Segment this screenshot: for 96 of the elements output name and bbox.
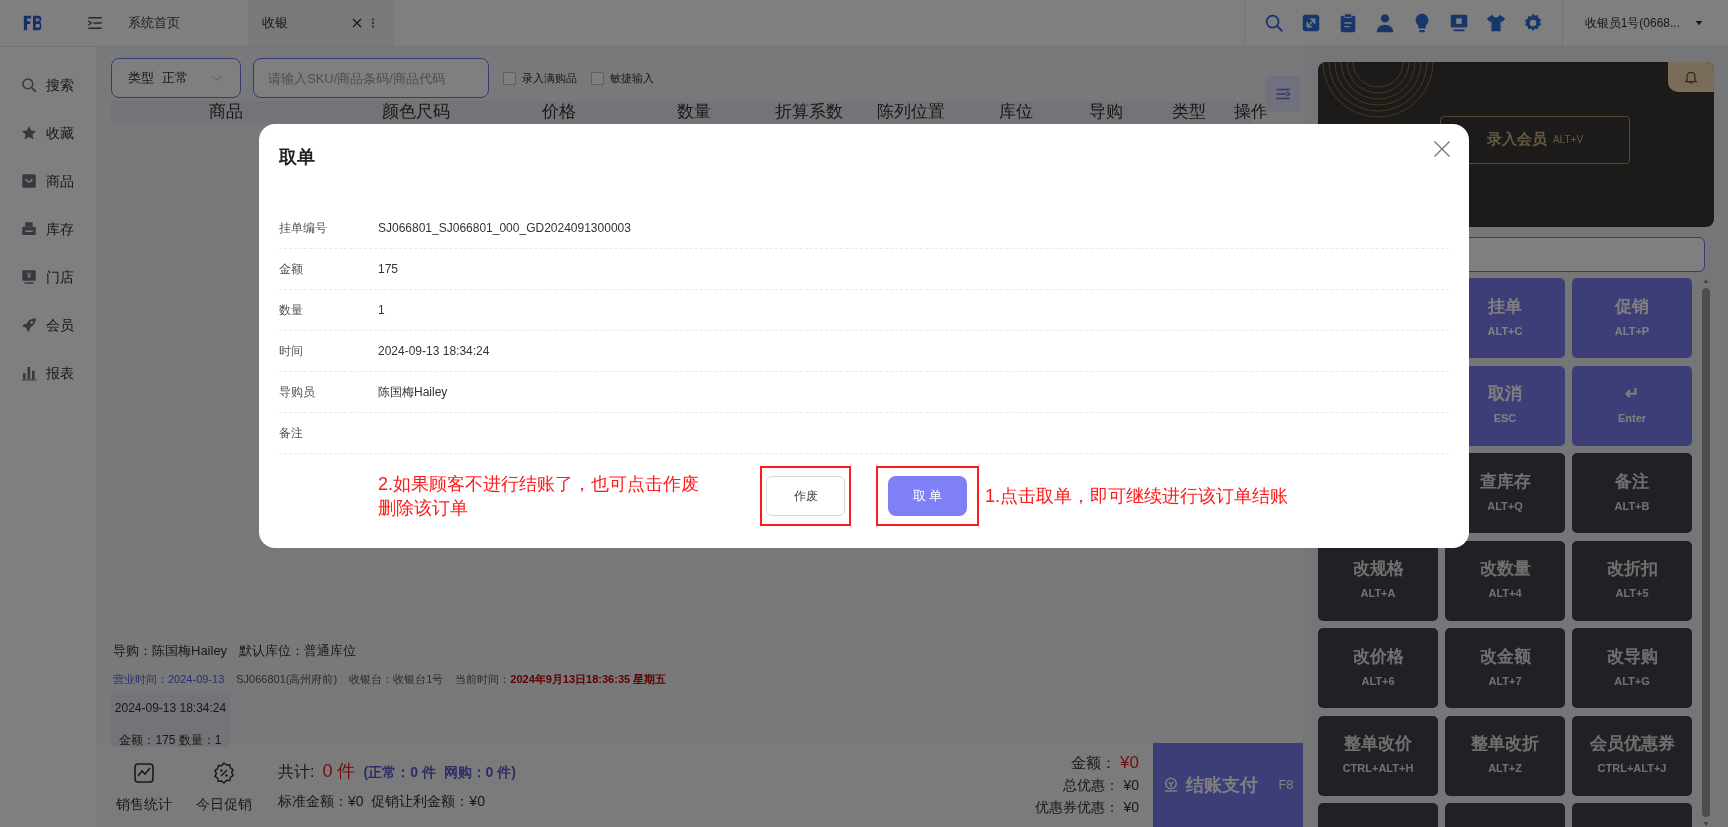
discount-badge-icon xyxy=(212,761,236,785)
info-text: 2024年9月13日18:36:35 星期五 xyxy=(510,671,667,687)
bag-icon xyxy=(20,172,38,190)
dialog-button[interactable]: 作废 xyxy=(766,476,845,516)
close-icon xyxy=(351,17,363,29)
user-name: 收银员1号(0668... xyxy=(1584,15,1680,32)
info-text: 默认库位：普通库位 xyxy=(239,642,357,660)
function-key[interactable]: 改导购 ALT+G xyxy=(1572,628,1692,708)
sidebar-item[interactable]: 会员 xyxy=(0,301,96,349)
function-key[interactable]: 改金额 ALT+7 xyxy=(1445,628,1565,708)
column-header: 商品 xyxy=(208,102,244,122)
total-detail: (正常：0 件 网购：0 件) xyxy=(363,763,516,782)
function-key[interactable]: 整单改折 ALT+Z xyxy=(1445,715,1565,796)
info-text: 导购：陈国梅Hailey xyxy=(113,642,228,660)
yen-screen-icon xyxy=(20,268,38,286)
line-chart-icon xyxy=(132,761,156,785)
list-toggle-button[interactable] xyxy=(1265,76,1301,112)
field-label: 挂单编号 xyxy=(279,220,328,237)
function-key[interactable]: 会员优惠券 CTRL+ALT+J xyxy=(1572,715,1692,796)
info-text: SJ066801(高州府前) xyxy=(236,671,338,687)
function-key[interactable]: ↵ Enter xyxy=(1572,365,1692,446)
function-key[interactable]: 改数量 ALT+4 xyxy=(1445,540,1565,621)
field-value: 175 xyxy=(378,261,399,278)
sidebar-item[interactable]: 搜索 xyxy=(0,61,96,109)
field-value: 陈国梅Hailey xyxy=(378,384,448,401)
search-icon xyxy=(20,76,38,94)
caret-down-icon xyxy=(1694,19,1704,27)
scrollbar[interactable] xyxy=(1702,278,1710,827)
amount-label: 金额： xyxy=(1071,754,1117,772)
order-time: 2024-09-13 18:34:24 xyxy=(114,700,227,717)
type-select[interactable]: 类型 正常 xyxy=(111,58,241,98)
checkbox[interactable] xyxy=(591,71,604,85)
column-header: 颜色尺码 xyxy=(381,102,451,122)
function-key[interactable]: 改价格 ALT+6 xyxy=(1318,628,1438,708)
column-header: 操作 xyxy=(1233,102,1269,122)
amount-value: ¥0 xyxy=(1123,776,1139,794)
total-label: 共计: xyxy=(278,762,315,782)
field-label: 金额 xyxy=(279,261,304,278)
sidebar-item[interactable]: 门店 xyxy=(0,253,96,301)
bell-icon xyxy=(1683,69,1699,85)
notification-button[interactable] xyxy=(1668,62,1714,92)
column-header: 陈列位置 xyxy=(876,102,946,122)
amount-value: ¥0 xyxy=(1120,754,1139,772)
close-icon xyxy=(1432,139,1452,159)
column-header: 导购 xyxy=(1088,102,1124,122)
order-summary: 金额：175 数量：1 xyxy=(119,732,222,749)
column-header: 类型 xyxy=(1170,102,1207,122)
sidebar-item[interactable]: 报表 xyxy=(0,349,96,397)
field-label: 导购员 xyxy=(279,384,316,401)
field-label: 时间 xyxy=(279,343,304,360)
field-value: 1 xyxy=(378,302,385,319)
column-header: 库位 xyxy=(998,102,1034,122)
scroll-up-icon xyxy=(1702,278,1710,284)
toolbar-button[interactable]: 销售统计 xyxy=(116,755,172,815)
amount-label: 优惠券优惠： xyxy=(1035,798,1120,816)
sidebar-item[interactable]: 库存 xyxy=(0,205,96,253)
function-key[interactable]: 促销 ALT+P xyxy=(1572,278,1692,358)
amount-value: ¥0 xyxy=(1123,798,1139,816)
annotation-text: 2.如果顾客不进行结账了，也可点击作废 删除该订单 xyxy=(378,473,700,520)
dialog-button[interactable]: 取 单 xyxy=(888,476,967,516)
sidebar-item[interactable]: 收藏 xyxy=(0,109,96,157)
info-text: 营业时间：2024-09-13 xyxy=(113,671,225,687)
column-header: 折算系数 xyxy=(773,102,844,122)
sidebar-item[interactable]: 商品 xyxy=(0,157,96,205)
field-value: 2024-09-13 18:34:24 xyxy=(378,343,490,360)
tab[interactable]: 系统首页 xyxy=(128,0,232,46)
rocket-icon xyxy=(20,316,38,334)
checkbox-label: 敏捷输入 xyxy=(610,70,654,86)
column-header: 价格 xyxy=(540,102,577,122)
toolbar-button[interactable]: 今日促销 xyxy=(196,755,252,815)
info-text: 当前时间： xyxy=(455,671,511,687)
star-icon xyxy=(20,124,38,142)
field-label: 数量 xyxy=(279,302,304,319)
annotation-text: 1.点击取单，即可继续进行该订单结账 xyxy=(985,485,1288,508)
shirt-icon xyxy=(1484,12,1507,34)
scroll-down-icon xyxy=(1702,821,1710,827)
amount-label: 总优惠： xyxy=(1063,776,1120,794)
total-count: 0 件 xyxy=(322,760,356,783)
field-label: 备注 xyxy=(279,425,304,442)
close-button[interactable] xyxy=(1432,139,1452,159)
checkout-button[interactable]: 结账支付 F8 xyxy=(1153,743,1303,827)
printer-icon xyxy=(20,220,38,238)
info-text: 收银台：收银台1号 xyxy=(349,671,444,687)
field-value: SJ066801_SJ066801_000_GD2024091300003 xyxy=(378,220,631,237)
checkbox[interactable] xyxy=(503,71,516,85)
menu-fold-icon xyxy=(86,14,104,32)
held-order-card[interactable]: 2024-09-13 18:34:24 金额：175 数量：1 xyxy=(111,693,230,747)
column-header: 数量 xyxy=(675,102,712,122)
checkbox-label: 录入满购品 xyxy=(522,70,577,86)
bar-chart-icon xyxy=(20,364,38,382)
dialog-title: 取单 xyxy=(279,146,315,168)
tab[interactable]: 收银 xyxy=(248,0,393,46)
function-key[interactable]: 整单改价 CTRL+ALT+H xyxy=(1318,715,1438,796)
subtotal-text: 标准金额：¥0 促销让利金额：¥0 xyxy=(278,792,486,811)
function-key[interactable]: 改折扣 ALT+5 xyxy=(1572,540,1692,621)
function-key[interactable]: 备注 ALT+B xyxy=(1572,453,1692,533)
